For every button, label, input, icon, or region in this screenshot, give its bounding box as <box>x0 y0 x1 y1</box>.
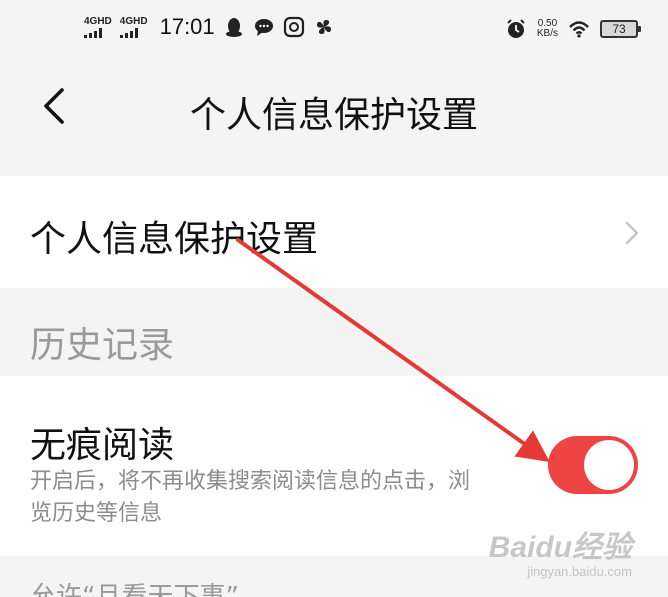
clock: 17:01 <box>159 14 215 39</box>
page-title: 个人信息保护设置 <box>189 95 478 136</box>
personal-info-settings-label: 个人信息保护设置 <box>30 219 319 260</box>
signal-bars-icon <box>84 27 102 38</box>
watermark-logo: Baidu经验 <box>488 531 632 564</box>
personal-info-settings-row[interactable]: 个人信息保护设置 <box>0 176 668 288</box>
history-section-title: 历史记录 <box>30 325 175 366</box>
wifi-icon <box>569 21 589 38</box>
network-type-label: 4GHD <box>119 15 148 27</box>
cellular-signal-2: 4GHD <box>119 15 148 38</box>
incognito-reading-title: 无痕阅读 <box>30 425 175 466</box>
chevron-right-icon <box>625 221 639 245</box>
status-bar-right: 0.50 KB/s 73 <box>505 18 641 40</box>
network-type-label: 4GHD <box>84 15 112 27</box>
status-bar-left: 4GHD 4GHD 17:01 <box>84 14 335 40</box>
incognito-reading-toggle[interactable] <box>548 436 638 494</box>
header: 个人信息保护设置 <box>0 62 668 160</box>
cellular-signal-1: 4GHD <box>84 15 112 38</box>
qq-penguin-icon <box>225 18 242 37</box>
allow-section-title: 允许“且看天下事” <box>30 582 239 597</box>
soul-app-icon <box>283 16 304 38</box>
battery-icon: 73 <box>600 20 641 38</box>
toggle-knob <box>584 440 634 490</box>
incognito-reading-description: 开启后，将不再收集搜索阅读信息的点击，浏览历史等信息 <box>30 469 471 526</box>
baidu-jingyan-watermark: Baidu经验 jingyan.baidu.com <box>489 522 632 579</box>
status-bar: 4GHD 4GHD 17:01 0.50 KB/s 73 <box>0 0 668 62</box>
network-speed: 0.50 KB/s <box>537 19 558 39</box>
pinwheel-icon <box>316 20 331 34</box>
battery-level: 73 <box>612 22 626 36</box>
signal-bars-icon <box>119 27 138 38</box>
chat-bubble-icon <box>254 19 273 36</box>
network-speed-unit: KB/s <box>536 28 558 39</box>
watermark-url: jingyan.baidu.com <box>527 564 632 579</box>
alarm-icon <box>507 19 525 38</box>
